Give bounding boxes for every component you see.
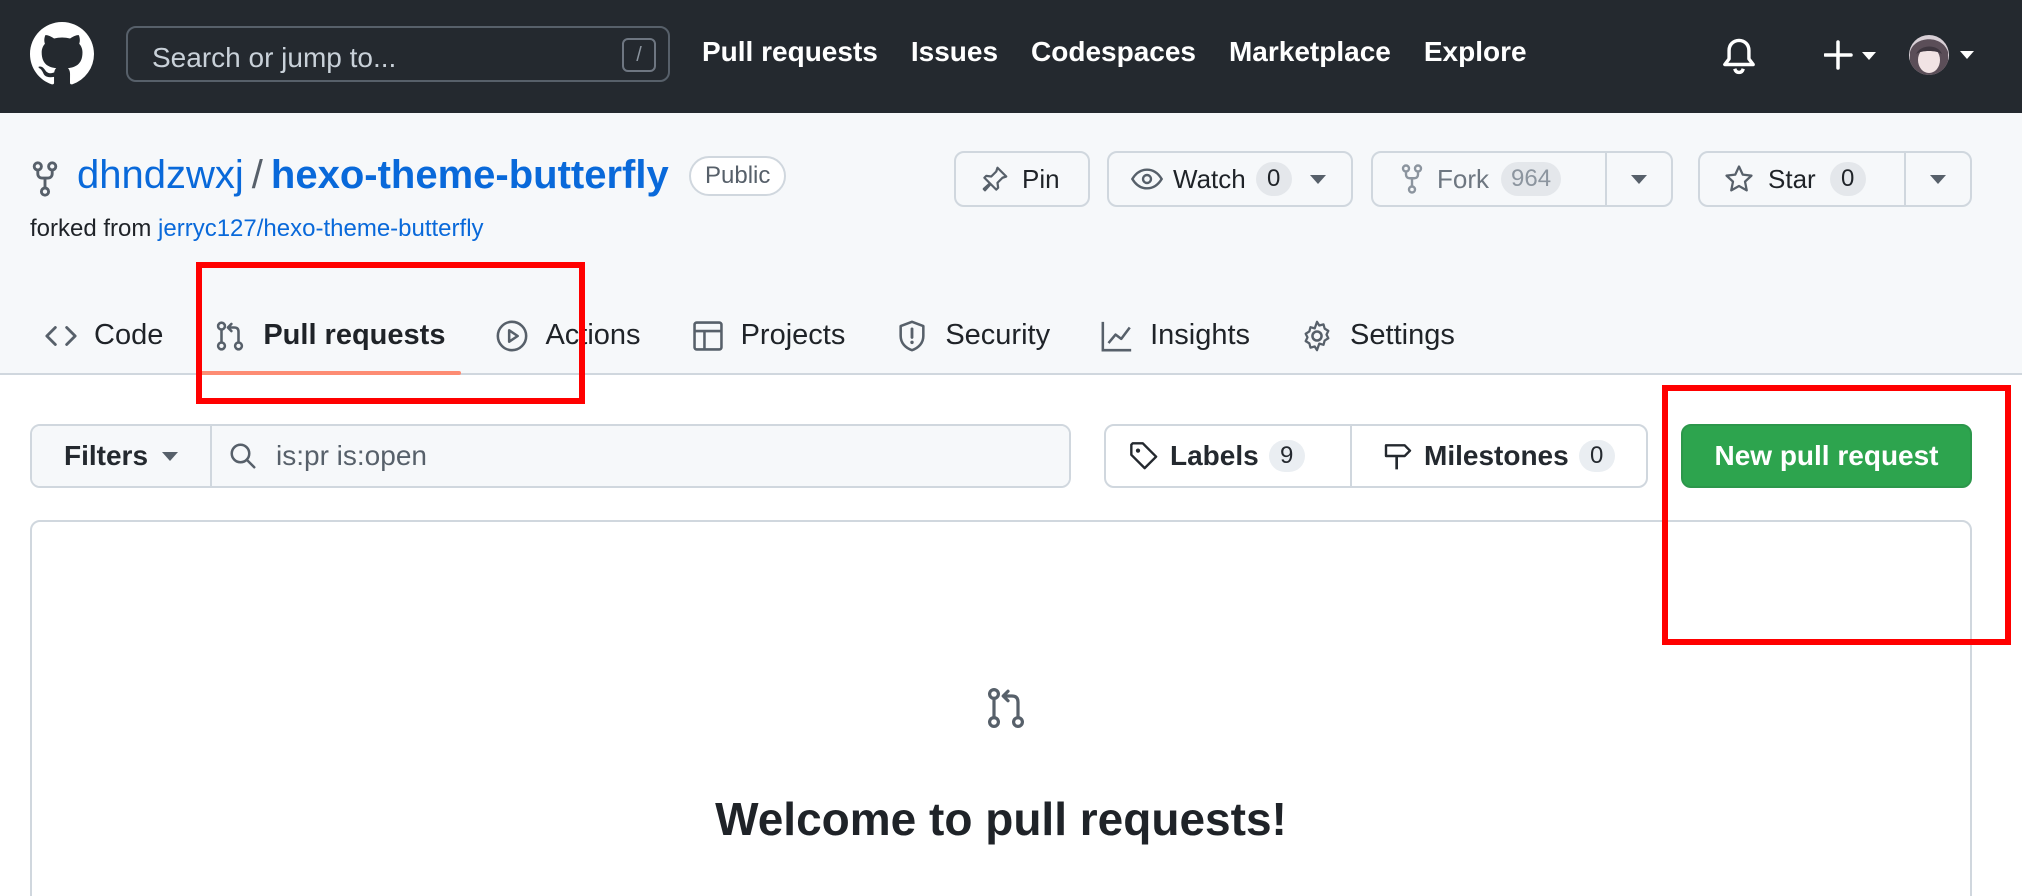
code-icon bbox=[45, 326, 77, 346]
star-button[interactable]: Star 0 bbox=[1700, 153, 1904, 205]
tab-insights-label: Insights bbox=[1150, 319, 1251, 351]
search-input[interactable]: Search or jump to... / bbox=[126, 26, 670, 82]
global-header: Search or jump to... / Pull requests Iss… bbox=[0, 0, 2022, 113]
chevron-down-icon bbox=[1930, 174, 1946, 184]
pin-icon bbox=[982, 166, 1008, 192]
labels-count: 9 bbox=[1268, 440, 1305, 472]
tab-settings[interactable]: Settings bbox=[1300, 303, 1455, 375]
tag-icon bbox=[1130, 442, 1158, 470]
pr-search-query: is:pr is:open bbox=[276, 440, 427, 471]
search-placeholder: Search or jump to... bbox=[152, 42, 397, 73]
chevron-down-icon bbox=[162, 451, 179, 461]
annotation-box-new-pull-request bbox=[1662, 385, 2011, 645]
create-new-menu[interactable] bbox=[1823, 34, 1880, 76]
bell-icon[interactable] bbox=[1722, 36, 1756, 76]
chevron-down-icon bbox=[1309, 174, 1326, 184]
star-button-group: Star 0 bbox=[1698, 151, 1972, 207]
gear-icon bbox=[1304, 320, 1330, 352]
tab-code[interactable]: Code bbox=[44, 303, 163, 375]
milestones-button[interactable]: Milestones 0 bbox=[1350, 426, 1637, 486]
tab-settings-label: Settings bbox=[1350, 319, 1455, 351]
nav-marketplace[interactable]: Marketplace bbox=[1229, 36, 1391, 68]
forked-from: forked from jerryc127/hexo-theme-butterf… bbox=[30, 215, 484, 243]
star-dropdown-button[interactable] bbox=[1904, 153, 1970, 205]
labels-button[interactable]: Labels 9 bbox=[1106, 426, 1350, 486]
forked-from-link[interactable]: jerryc127/hexo-theme-butterfly bbox=[158, 215, 483, 242]
pin-button[interactable]: Pin bbox=[954, 151, 1090, 207]
milestone-icon bbox=[1384, 444, 1412, 470]
nav-codespaces[interactable]: Codespaces bbox=[1031, 36, 1196, 68]
milestones-label: Milestones bbox=[1424, 440, 1569, 471]
star-count: 0 bbox=[1829, 162, 1866, 196]
blankslate-title: Welcome to pull requests! bbox=[715, 793, 1287, 845]
nav-explore[interactable]: Explore bbox=[1424, 36, 1527, 68]
star-label: Star bbox=[1768, 163, 1816, 194]
chevron-down-icon bbox=[1631, 174, 1647, 184]
fork-count: 964 bbox=[1501, 162, 1562, 196]
filters-bar: Filters is:pr is:open bbox=[30, 424, 1071, 488]
table-icon bbox=[692, 321, 723, 351]
tab-projects[interactable]: Projects bbox=[691, 303, 846, 375]
repo-name-link[interactable]: hexo-theme-butterfly bbox=[271, 153, 669, 197]
nav-pull-requests[interactable]: Pull requests bbox=[702, 36, 878, 68]
watch-count: 0 bbox=[1255, 162, 1292, 196]
labels-milestones-group: Labels 9 Milestones 0 bbox=[1104, 424, 1648, 488]
fork-button-group: Fork 964 bbox=[1371, 151, 1673, 207]
star-icon bbox=[1725, 165, 1753, 192]
github-logo-icon[interactable] bbox=[30, 22, 94, 86]
visibility-badge: Public bbox=[689, 156, 787, 196]
tab-insights[interactable]: Insights bbox=[1100, 303, 1250, 375]
labels-label: Labels bbox=[1170, 440, 1259, 471]
filters-button[interactable]: Filters bbox=[32, 426, 212, 486]
search-icon bbox=[230, 443, 256, 469]
repo-path-separator: / bbox=[251, 153, 263, 197]
repo-forked-icon bbox=[1401, 164, 1423, 194]
filters-label: Filters bbox=[63, 440, 149, 471]
fork-dropdown-button[interactable] bbox=[1605, 153, 1671, 205]
git-pull-request-icon bbox=[987, 687, 1025, 728]
fork-button[interactable]: Fork 964 bbox=[1373, 153, 1605, 205]
tab-projects-label: Projects bbox=[740, 319, 846, 351]
pr-search-input[interactable]: is:pr is:open bbox=[212, 426, 1069, 486]
global-nav: Pull requests Issues Codespaces Marketpl… bbox=[702, 36, 1527, 68]
graph-icon bbox=[1101, 321, 1132, 352]
repo-forked-icon bbox=[32, 161, 58, 197]
tab-security-label: Security bbox=[945, 319, 1051, 351]
repo-title: dhndzwxj / hexo-theme-butterfly bbox=[77, 153, 669, 198]
tab-code-label: Code bbox=[94, 319, 164, 351]
annotation-box-pull-requests-tab bbox=[196, 262, 585, 404]
forked-from-label: forked from bbox=[30, 215, 152, 242]
pin-label: Pin bbox=[1022, 163, 1060, 194]
search-shortcut-key: / bbox=[622, 38, 656, 72]
eye-icon bbox=[1131, 168, 1163, 190]
fork-label: Fork bbox=[1437, 163, 1489, 194]
nav-issues[interactable]: Issues bbox=[911, 36, 998, 68]
milestones-count: 0 bbox=[1578, 440, 1615, 472]
user-menu[interactable] bbox=[1908, 32, 1976, 78]
shield-icon bbox=[899, 320, 925, 352]
avatar bbox=[1909, 35, 1974, 75]
repo-owner-link[interactable]: dhndzwxj bbox=[77, 153, 244, 197]
watch-button[interactable]: Watch 0 bbox=[1107, 151, 1353, 207]
plus-icon bbox=[1823, 40, 1876, 70]
tab-security[interactable]: Security bbox=[895, 303, 1050, 375]
watch-label: Watch bbox=[1173, 163, 1246, 194]
